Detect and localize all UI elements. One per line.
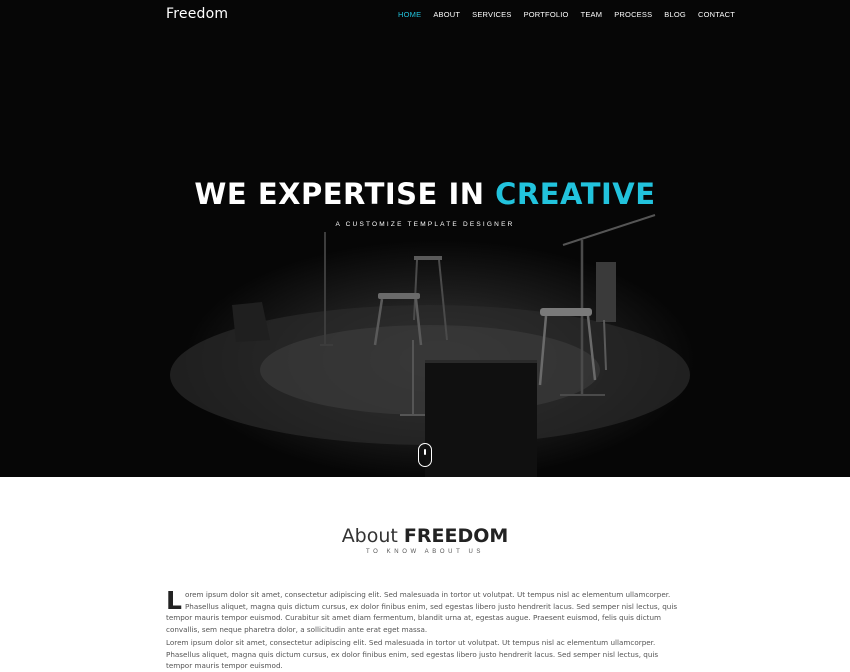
nav-item-about[interactable]: ABOUT bbox=[433, 10, 460, 19]
hero-section: Freedom HOME ABOUT SERVICES PORTFOLIO TE… bbox=[0, 0, 850, 477]
main-menu: HOME ABOUT SERVICES PORTFOLIO TEAM PROCE… bbox=[398, 10, 747, 19]
hero-subtitle: A CUSTOMIZE TEMPLATE DESIGNER bbox=[335, 221, 515, 228]
nav-item-services[interactable]: SERVICES bbox=[472, 10, 511, 19]
nav-item-portfolio[interactable]: PORTFOLIO bbox=[524, 10, 569, 19]
about-heading-light: About bbox=[341, 525, 404, 547]
hero-title-accent: CREATIVE bbox=[495, 177, 656, 211]
mouse-wheel-icon bbox=[424, 449, 426, 455]
dropcap: L bbox=[166, 586, 182, 615]
about-heading: About FREEDOM bbox=[0, 525, 850, 547]
about-subheading: TO KNOW ABOUT US bbox=[365, 549, 485, 555]
about-paragraph: Lorem ipsum dolor sit amet, consectetur … bbox=[166, 586, 686, 635]
hero-title: WE EXPERTISE IN CREATIVE bbox=[0, 177, 850, 211]
nav-item-blog[interactable]: BLOG bbox=[664, 10, 686, 19]
mouse-scroll-icon[interactable] bbox=[418, 443, 432, 467]
about-heading-bold: FREEDOM bbox=[403, 525, 509, 547]
nav-item-contact[interactable]: CONTACT bbox=[698, 10, 735, 19]
navbar: Freedom HOME ABOUT SERVICES PORTFOLIO TE… bbox=[0, 0, 850, 30]
nav-item-process[interactable]: PROCESS bbox=[614, 10, 652, 19]
hero-title-main: WE EXPERTISE IN bbox=[194, 177, 496, 211]
about-paragraph-text: orem ipsum dolor sit amet, consectetur a… bbox=[166, 590, 678, 634]
nav-item-team[interactable]: TEAM bbox=[581, 10, 603, 19]
nav-item-home[interactable]: HOME bbox=[398, 10, 421, 19]
about-paragraph: Lorem ipsum dolor sit amet, consectetur … bbox=[166, 638, 659, 670]
site-logo[interactable]: Freedom bbox=[166, 6, 228, 22]
stage-photo bbox=[170, 214, 690, 477]
